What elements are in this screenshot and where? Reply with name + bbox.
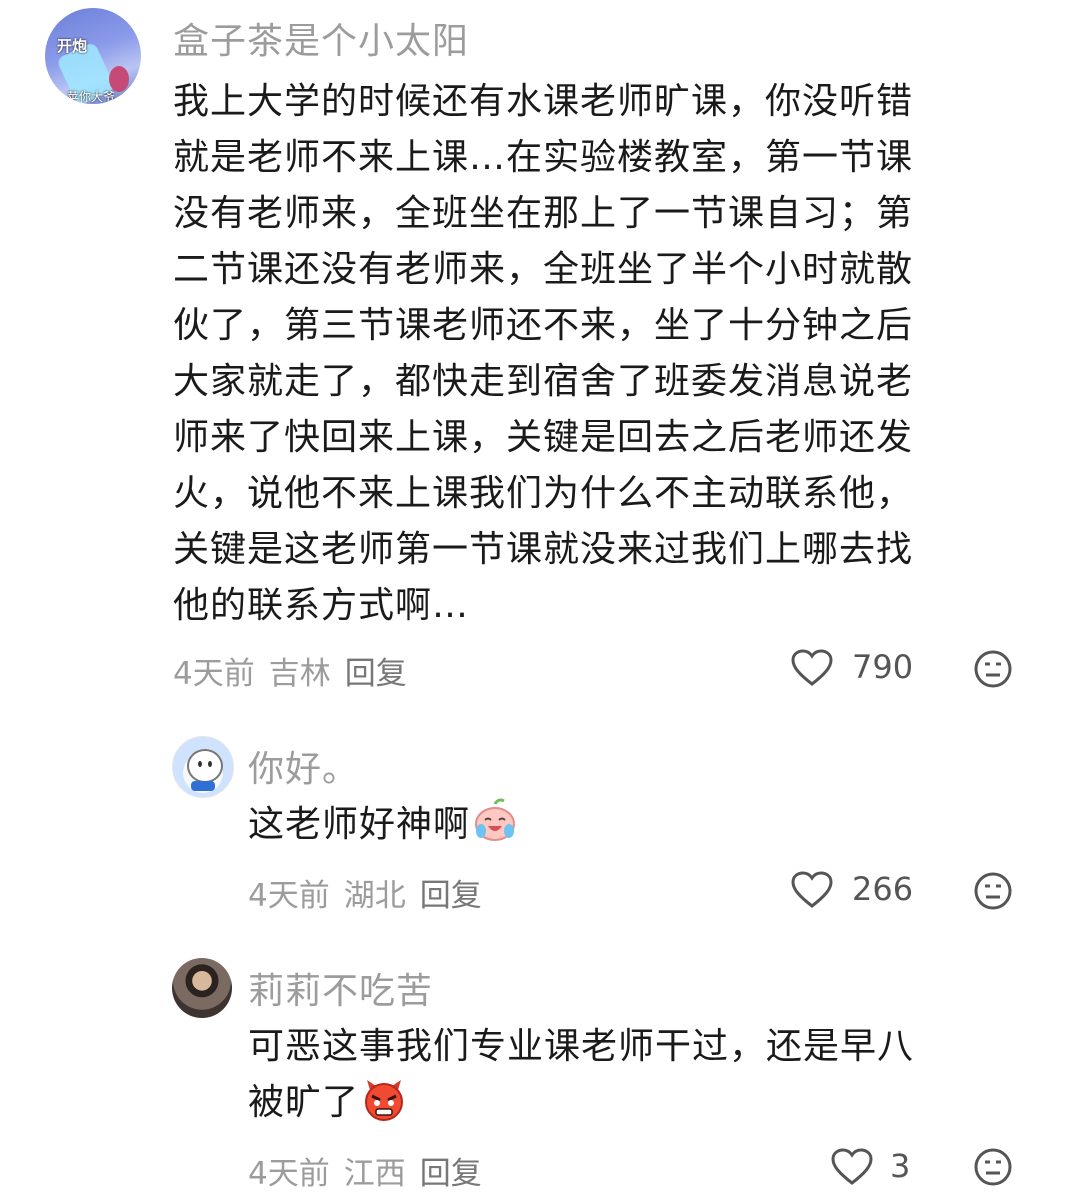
like-count: 266 [852,870,914,908]
comment-time: 4天前 [173,656,255,692]
frown-face-icon[interactable] [973,871,1013,911]
laughing-crying-emoji [475,798,516,841]
heart-outline-icon[interactable] [791,871,833,909]
angry-emoji [365,1080,404,1121]
comment-time: 4天前 [248,1156,330,1192]
avatar[interactable]: 开炮 苹你大爷 [45,8,141,104]
frown-face-icon[interactable] [973,1147,1013,1187]
reply-button[interactable]: 回复 [345,656,407,692]
avatar[interactable] [172,736,234,798]
heart-outline-icon[interactable] [791,649,833,687]
like-count: 3 [890,1147,911,1185]
username[interactable]: 莉莉不吃苦 [248,962,433,1014]
comment-location: 湖北 [343,878,406,914]
like-count: 790 [852,648,914,686]
comment-text: 这老师好神啊 [248,797,518,853]
comment-text: 可恶这事我们专业课老师干过，还是早八 被旷了 [248,1026,915,1123]
comment-meta: 4天前 湖北 回复 [248,870,496,915]
avatar[interactable] [172,958,232,1018]
username[interactable]: 盒子茶是个小太阳 [173,12,469,64]
comment-text: 我上大学的时候还有水课老师旷课，你没听错 就是老师不来上课…在实验楼教室，第一节… [173,81,914,626]
frown-face-icon[interactable] [973,649,1013,689]
comment-location: 江西 [343,1156,406,1192]
username[interactable]: 你好。 [248,740,359,792]
reply-button[interactable]: 回复 [420,1156,482,1192]
comment-meta: 4天前 吉林 回复 [173,648,421,693]
comment-location: 吉林 [268,656,331,692]
heart-outline-icon[interactable] [831,1148,873,1186]
reply-button[interactable]: 回复 [420,878,482,914]
comment-time: 4天前 [248,878,330,914]
comment-item: 开炮 苹你大爷 盒子茶是个小太阳 我上大学的时候还有水课老师旷课，你没听错 就是… [0,0,1079,700]
comment-meta: 4天前 江西 回复 [248,1148,496,1193]
